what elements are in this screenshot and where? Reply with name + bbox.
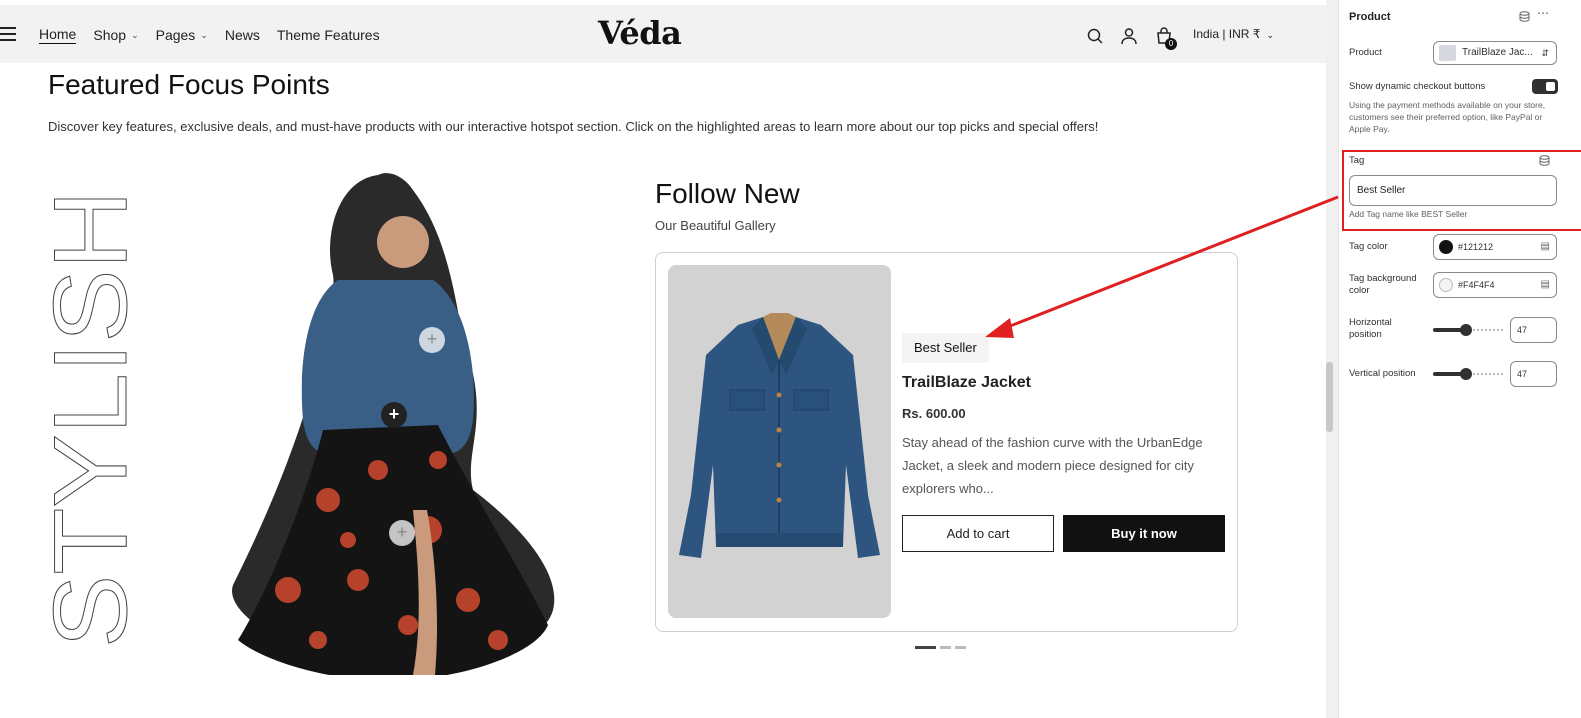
main-nav: Home Shop ⌄ Pages ⌄ News Theme Features (39, 26, 397, 44)
tag-color-label: Tag color (1349, 241, 1388, 252)
chevron-down-icon: ⌄ (200, 29, 208, 40)
preview-scrollbar[interactable] (1326, 0, 1338, 718)
slider-knob[interactable] (1459, 368, 1472, 380)
tag-bg-color-value: #F4F4F4 (1458, 280, 1495, 290)
add-to-cart-button[interactable]: Add to cart (902, 515, 1054, 552)
locale-selector[interactable]: India | INR ₹ ⌄ (1193, 27, 1274, 41)
nav-label: News (224, 27, 260, 43)
product-thumbnail (1439, 45, 1456, 61)
product-price: Rs. 600.00 (902, 406, 966, 421)
horizontal-position-input[interactable]: 47 (1510, 317, 1557, 343)
nav-label: Pages (155, 27, 196, 43)
svg-text:STYLISH: STYLISH (46, 190, 130, 648)
dynamic-checkout-toggle[interactable] (1532, 79, 1558, 94)
carousel-dots (915, 646, 966, 649)
store-logo[interactable]: Véda (598, 14, 682, 52)
nav-item-theme-features[interactable]: Theme Features (277, 26, 380, 44)
slider-knob[interactable] (1459, 324, 1472, 336)
tag-bg-color-label: Tag background color (1349, 273, 1417, 296)
product-description: Stay ahead of the fashion curve with the… (902, 435, 1203, 496)
database-icon: ▤ (1540, 241, 1550, 252)
tag-help: Add Tag name like BEST Seller (1349, 209, 1468, 219)
buy-now-button[interactable]: Buy it now (1063, 515, 1225, 552)
search-icon[interactable] (1086, 27, 1104, 45)
store-preview: Home Shop ⌄ Pages ⌄ News Theme Features Vé… (0, 0, 1326, 718)
gallery-subtitle: Our Beautiful Gallery (655, 218, 776, 233)
database-icon[interactable] (1539, 155, 1550, 166)
section-title: Featured Focus Points (48, 69, 330, 100)
section-description: Discover key features, exclusive deals, … (48, 119, 1099, 134)
nav-item-pages[interactable]: Pages ⌄ (156, 26, 208, 44)
chevron-updown-icon: ⇵ (1541, 48, 1549, 58)
chevron-down-icon: ⌄ (1266, 30, 1274, 40)
color-swatch (1439, 240, 1453, 254)
tag-color-value: #121212 (1458, 242, 1494, 252)
nav-label: Shop (93, 27, 127, 43)
horizontal-position-label: Horizontal position (1349, 317, 1392, 340)
carousel-dot[interactable] (955, 646, 966, 649)
nav-item-home[interactable]: Home (39, 26, 77, 44)
tag-input[interactable]: Best Seller (1349, 175, 1557, 206)
more-options-icon[interactable]: ⋯ (1537, 6, 1549, 20)
vertical-position-slider[interactable] (1433, 367, 1503, 381)
database-icon[interactable] (1519, 11, 1530, 22)
nav-item-news[interactable]: News (225, 26, 260, 44)
locale-label: India | INR ₹ (1193, 27, 1261, 41)
scrollbar-thumb[interactable] (1326, 362, 1333, 432)
hotspot-plus-icon[interactable]: + (419, 327, 445, 353)
screen: Home Shop ⌄ Pages ⌄ News Theme Features Vé… (0, 0, 1581, 718)
tag-color-picker[interactable]: #121212 ▤ (1433, 234, 1557, 260)
stylish-vertical-text: STYLISH (46, 189, 130, 648)
jacket-image (679, 313, 880, 558)
product-label: Product (1349, 47, 1382, 58)
carousel-dot[interactable] (940, 646, 951, 649)
nav-label: Theme Features (276, 27, 380, 43)
hotspot-plus-icon[interactable]: + (381, 402, 407, 428)
nav-item-shop[interactable]: Shop ⌄ (93, 26, 138, 44)
color-swatch (1439, 278, 1453, 292)
dynamic-checkout-label: Show dynamic checkout buttons (1349, 81, 1486, 92)
tag-bg-color-picker[interactable]: #F4F4F4 ▤ (1433, 272, 1557, 298)
product-name[interactable]: TrailBlaze Jacket (902, 374, 1031, 392)
tag-label: Tag (1349, 155, 1365, 166)
cart-count-badge: 0 (1165, 38, 1177, 50)
settings-panel: Product ⋯ Product TrailBlaze Jac... ⇵ Sh… (1338, 0, 1581, 718)
dynamic-checkout-help: Using the payment methods available on y… (1349, 100, 1546, 134)
account-icon[interactable] (1120, 27, 1138, 45)
gallery-title: Follow New (655, 178, 800, 209)
product-card: Best Seller TrailBlaze Jacket Rs. 600.00… (655, 252, 1238, 632)
product-picker-value: TrailBlaze Jac... (1462, 47, 1533, 58)
panel-title: Product (1349, 11, 1391, 23)
chevron-down-icon: ⌄ (131, 29, 139, 40)
product-image[interactable] (668, 265, 891, 618)
store-header: Home Shop ⌄ Pages ⌄ News Theme Features Vé… (0, 5, 1326, 63)
database-icon: ▤ (1540, 279, 1550, 290)
nav-label: Home (39, 26, 77, 42)
hotspot-plus-icon[interactable]: + (389, 520, 415, 546)
product-picker[interactable]: TrailBlaze Jac... ⇵ (1433, 41, 1557, 65)
menu-icon[interactable] (0, 27, 16, 41)
vertical-position-label: Vertical position (1349, 368, 1416, 379)
vertical-position-input[interactable]: 47 (1510, 361, 1557, 387)
product-tag: Best Seller (902, 333, 989, 363)
horizontal-position-slider[interactable] (1433, 323, 1503, 337)
carousel-dot[interactable] (915, 646, 936, 649)
